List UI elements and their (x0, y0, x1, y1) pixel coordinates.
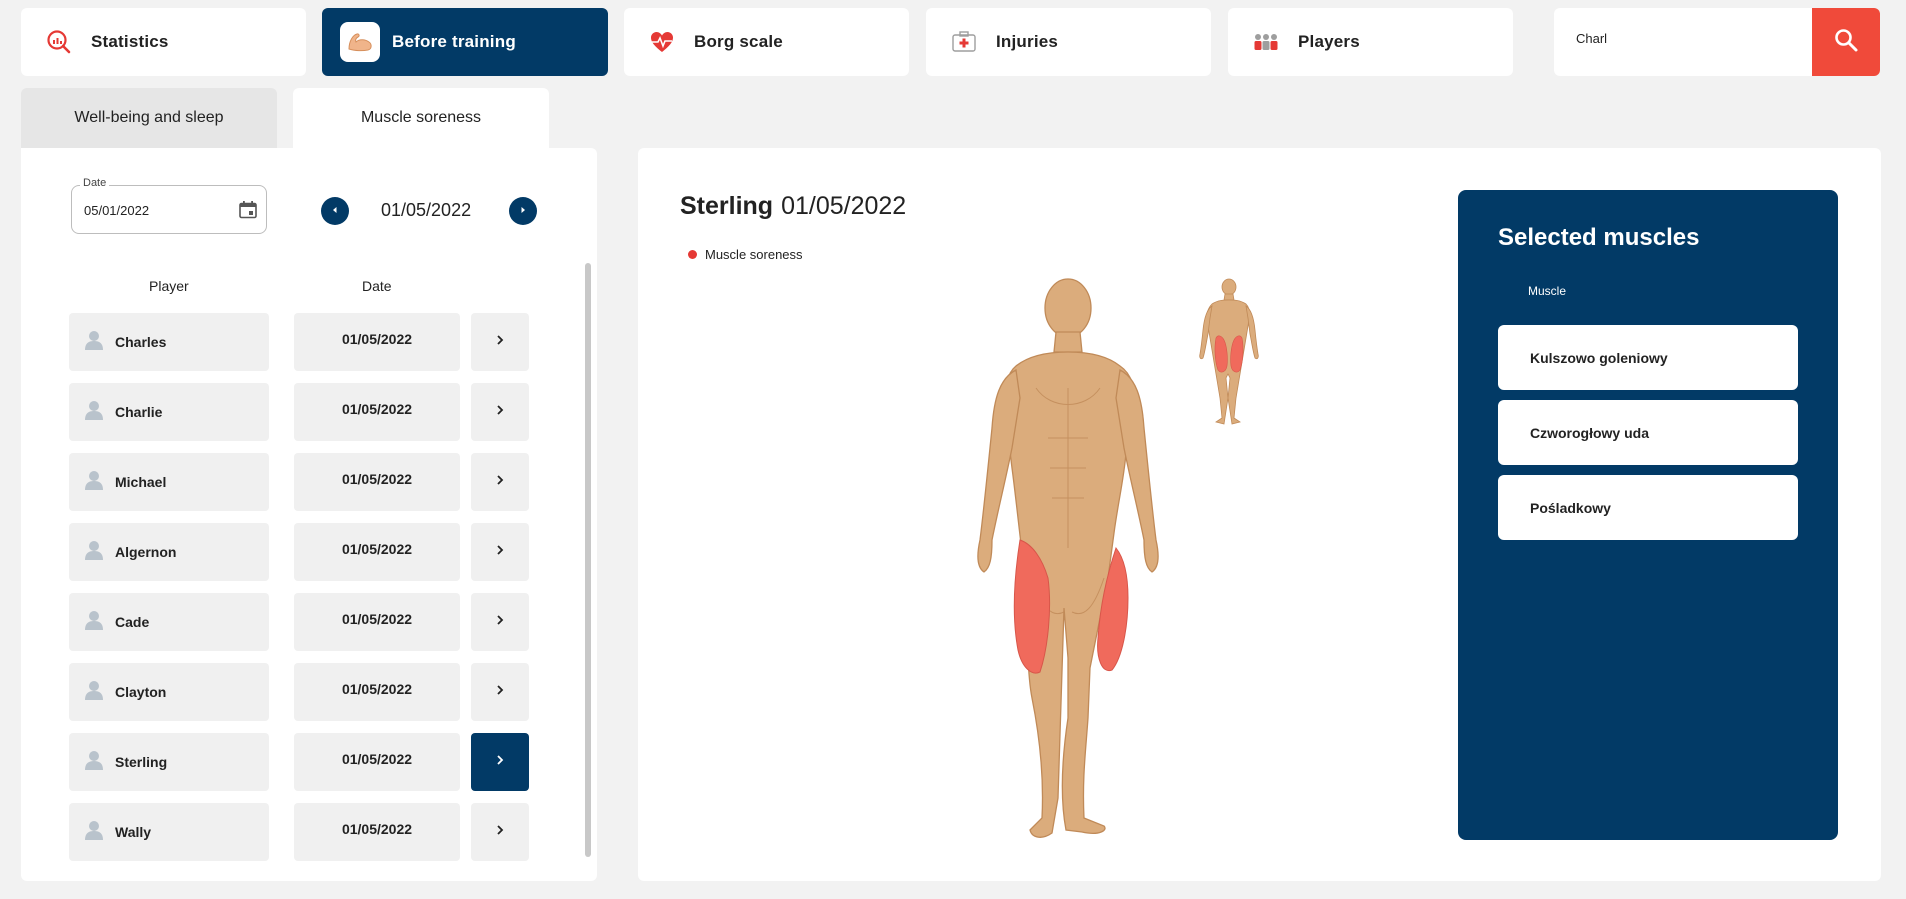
body-back-figure (1199, 278, 1259, 425)
nav-players[interactable]: Players (1228, 8, 1513, 76)
tab-muscle-soreness[interactable]: Muscle soreness (293, 88, 549, 148)
detail-date: 01/05/2022 (781, 192, 907, 220)
open-row-button[interactable] (471, 313, 529, 371)
chevron-right-icon (494, 683, 506, 701)
nav-statistics[interactable]: Statistics (21, 8, 306, 76)
search-input[interactable] (1574, 30, 1808, 47)
table-row-date: 01/05/2022 (294, 803, 460, 861)
scrollbar-thumb[interactable] (585, 263, 591, 857)
open-row-button[interactable] (471, 453, 529, 511)
legend-dot (688, 250, 697, 259)
player-name: Wally (115, 824, 152, 840)
table-row-date: 01/05/2022 (294, 453, 460, 511)
nav-label: Borg scale (694, 32, 783, 51)
table-row-player[interactable]: Cade (69, 593, 269, 651)
chevron-right-icon (494, 473, 506, 491)
table-row-date: 01/05/2022 (294, 383, 460, 441)
table-row-player[interactable]: Charles (69, 313, 269, 371)
chevron-right-icon (494, 543, 506, 561)
selected-muscles-panel: Selected muscles Muscle Kulszowo golenio… (1458, 190, 1838, 840)
date-field[interactable]: Date 05/01/2022 (71, 177, 267, 234)
player-name: Charles (115, 334, 167, 350)
open-row-button[interactable] (471, 663, 529, 721)
chevron-right-icon (494, 403, 506, 421)
player-name: Clayton (115, 684, 167, 700)
open-row-button[interactable] (471, 383, 529, 441)
table-row-player[interactable]: Michael (69, 453, 269, 511)
avatar-icon (83, 539, 105, 566)
body-front-figure (977, 278, 1159, 838)
nav-before-training[interactable]: Before training (322, 8, 608, 76)
table-row-date: 01/05/2022 (294, 523, 460, 581)
selected-muscle-item[interactable]: Pośladkowy (1498, 475, 1798, 540)
player-name: Cade (115, 614, 150, 630)
avatar-icon (83, 679, 105, 706)
table-row-date: 01/05/2022 (294, 663, 460, 721)
table-row-player[interactable]: Charlie (69, 383, 269, 441)
avatar-icon (83, 329, 105, 356)
table-row-date: 01/05/2022 (294, 593, 460, 651)
selected-muscle-item[interactable]: Kulszowo goleniowy (1498, 325, 1798, 390)
chart-magnifier-icon (39, 22, 79, 62)
muscle-column-header: Muscle (1528, 284, 1567, 298)
legend-label: Muscle soreness (705, 247, 803, 262)
date-field-label: Date (80, 177, 110, 189)
current-date: 01/05/2022 (381, 200, 472, 220)
search-icon (1833, 27, 1859, 58)
tab-well-being-and-sleep[interactable]: Well-being and sleep (21, 88, 277, 148)
table-row-date: 01/05/2022 (294, 313, 460, 371)
column-header-date: Date (362, 278, 392, 294)
calendar-icon[interactable] (238, 200, 258, 225)
chevron-right-icon (494, 613, 506, 631)
avatar-icon (83, 469, 105, 496)
chevron-left-icon (330, 202, 340, 220)
player-name: Sterling (680, 192, 774, 220)
chevron-right-icon (518, 202, 528, 220)
table-row-player[interactable]: Wally (69, 803, 269, 861)
player-name: Sterling (115, 754, 168, 770)
avatar-icon (83, 399, 105, 426)
open-row-button[interactable] (471, 523, 529, 581)
team-icon (1246, 22, 1286, 62)
legend: Muscle soreness (688, 247, 803, 262)
previous-date-button[interactable] (321, 197, 349, 225)
table-row-player[interactable]: Clayton (69, 663, 269, 721)
table-row-date: 01/05/2022 (294, 733, 460, 791)
player-name: Charlie (115, 404, 163, 420)
player-name: Algernon (115, 544, 177, 560)
open-row-button[interactable] (471, 593, 529, 651)
avatar-icon (83, 749, 105, 776)
player-name: Michael (115, 474, 167, 490)
heart-pulse-icon (642, 22, 682, 62)
players-panel: Date 05/01/2022 01/05/2022 Player Date C… (21, 148, 597, 881)
nav-injuries[interactable]: Injuries (926, 8, 1211, 76)
chevron-right-icon (494, 753, 506, 771)
muscle-detail-panel: Sterling 01/05/2022 Muscle soreness Sele… (638, 148, 1881, 881)
avatar-icon (83, 819, 105, 846)
chevron-right-icon (494, 823, 506, 841)
search-button[interactable] (1812, 8, 1880, 76)
selected-muscle-item[interactable]: Czworogłowy uda (1498, 400, 1798, 465)
next-date-button[interactable] (509, 197, 537, 225)
arm-muscle-icon (340, 22, 380, 62)
nav-label: Before training (392, 32, 516, 51)
table-row-player[interactable]: Algernon (69, 523, 269, 581)
page-title: Sterling 01/05/2022 (680, 192, 906, 221)
chevron-right-icon (494, 333, 506, 351)
first-aid-kit-icon (944, 22, 984, 62)
open-row-button[interactable] (471, 803, 529, 861)
nav-label: Statistics (91, 32, 169, 51)
date-field-value: 05/01/2022 (84, 203, 150, 218)
table-row-player[interactable]: Sterling (69, 733, 269, 791)
selected-muscles-title: Selected muscles (1498, 224, 1700, 251)
nav-label: Injuries (996, 32, 1059, 51)
nav-label: Players (1298, 32, 1360, 51)
column-header-player: Player (149, 278, 189, 294)
nav-borg-scale[interactable]: Borg scale (624, 8, 909, 76)
open-row-button[interactable] (471, 733, 529, 791)
avatar-icon (83, 609, 105, 636)
search-box (1554, 8, 1880, 76)
